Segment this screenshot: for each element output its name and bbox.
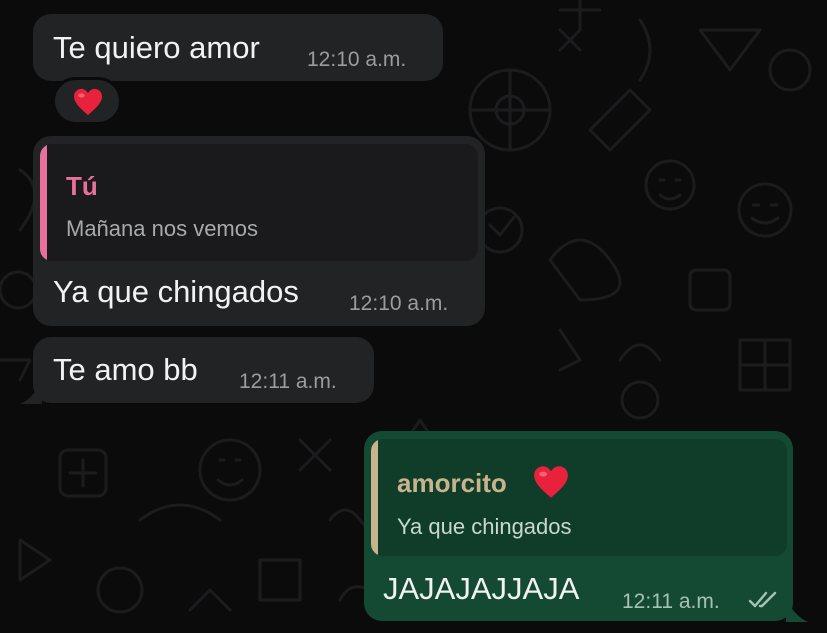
quoted-author: amorcito	[397, 468, 507, 498]
quoted-text: Ya que chingados	[397, 514, 572, 539]
message-timestamp: 12:10 a.m.	[307, 48, 407, 71]
red-heart-icon	[74, 88, 102, 116]
message-timestamp: 12:11 a.m.	[239, 370, 337, 393]
double-check-icon	[748, 591, 777, 608]
quote-accent-bar	[40, 144, 47, 261]
message-bubble-incoming[interactable]: Te amo bb 12:11 a.m.	[33, 337, 374, 403]
message-text: JAJAJAJJAJA	[383, 571, 580, 606]
bubble-tail	[20, 380, 42, 404]
message-bubble-incoming-reply[interactable]: Tú Mañana nos vemos Ya que chingados 12:…	[33, 136, 485, 326]
message-bubble-outgoing-reply[interactable]: amorcito Ya que chingados JAJAJAJJAJA 12…	[364, 431, 793, 621]
message-text: Ya que chingados	[53, 274, 299, 309]
quoted-author: Tú	[66, 171, 98, 201]
message-bubble-incoming[interactable]: Te quiero amor 12:10 a.m.	[33, 14, 443, 81]
message-timestamp: 12:10 a.m.	[349, 292, 449, 315]
quoted-text: Mañana nos vemos	[66, 216, 258, 241]
bubble-tail	[786, 598, 808, 622]
message-reaction[interactable]	[52, 77, 122, 125]
quoted-message[interactable]: amorcito Ya que chingados	[371, 439, 787, 556]
quote-accent-bar	[371, 439, 378, 556]
message-text: Te amo bb	[53, 352, 198, 387]
message-text: Te quiero amor	[53, 30, 260, 65]
message-timestamp: 12:11 a.m.	[622, 590, 720, 613]
red-heart-icon	[534, 466, 568, 498]
quoted-message[interactable]: Tú Mañana nos vemos	[40, 144, 478, 261]
